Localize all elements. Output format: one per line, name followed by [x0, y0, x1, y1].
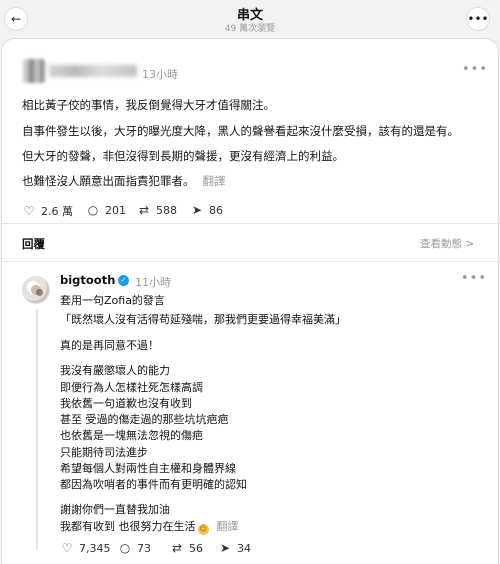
more-horizontal-icon: ••• [467, 12, 489, 26]
like-button[interactable]: ♡ 2.6 萬 [22, 203, 73, 219]
comment-button[interactable]: ○ 201 [86, 203, 126, 217]
thread-line [36, 309, 38, 549]
blurred-username [49, 65, 137, 77]
top-bar: ← 串文 49 萬次瀏覽 ••• [0, 0, 500, 38]
heart-icon: ♡ [61, 541, 73, 555]
reply-line: 希望每個人對兩性自主權和身體界線 [60, 462, 236, 475]
like-count: 7,345 [79, 541, 111, 555]
reply-line: 我依舊一句道歉也沒有收到 [60, 397, 192, 410]
comment-button[interactable]: ○ 73 [118, 541, 151, 555]
divider [2, 261, 500, 262]
reply-line: 甚至 受過的傷走過的那些坑坑疤疤 [60, 413, 229, 426]
send-icon: ➤ [219, 541, 231, 555]
reply-line: 都因為吹哨者的事件而有更明確的認知 [60, 478, 247, 491]
share-count: 34 [237, 541, 251, 555]
blurred-avatar [23, 59, 45, 83]
repost-icon: ⇄ [138, 203, 150, 217]
send-icon: ➤ [191, 203, 203, 217]
reply-line: 即便行為人怎樣社死怎樣高調 [60, 381, 203, 394]
view-count: 49 萬次瀏覽 [224, 24, 276, 34]
reply-line: 套用一句Zofia的發言 [60, 294, 165, 307]
translate-link[interactable]: 翻譯 [217, 520, 239, 533]
repost-count: 588 [156, 203, 177, 217]
reply-line-with-translate: 我都有收到 也很努力在生活 ☺ 翻譯 [60, 518, 239, 535]
repost-icon: ⇄ [171, 541, 183, 555]
post-time: 13小時 [142, 68, 178, 81]
reply-line: 也依舊是一塊無法忽視的傷疤 [60, 429, 203, 442]
verified-badge-icon: ✓ [118, 275, 129, 286]
comment-bubble-icon: ○ [87, 203, 99, 217]
more-options-button[interactable]: ••• [466, 7, 490, 31]
comment-count: 201 [105, 203, 126, 217]
reply-username[interactable]: bigtooth [60, 273, 115, 287]
reply-more-icon[interactable]: ••• [461, 271, 487, 286]
reply-line: 我沒有嚴懲壞人的能力 [60, 364, 170, 377]
reply-line: 只能期待司法進步 [60, 446, 148, 459]
repost-count: 56 [189, 541, 203, 555]
translate-link[interactable]: 翻譯 [203, 174, 226, 188]
avatar-detail [36, 289, 43, 296]
replies-heading: 回覆 [22, 237, 45, 251]
repost-button[interactable]: ⇄ 56 [170, 541, 203, 555]
reply-line: 謝謝你們一直替我加油 [60, 503, 170, 516]
share-button[interactable]: ➤ 34 [218, 541, 251, 555]
like-button[interactable]: ♡ 7,345 [60, 541, 111, 555]
reply-line: 我都有收到 也很努力在生活 [60, 520, 196, 533]
divider [2, 223, 500, 224]
post-line-with-translate: 也難怪沒人願意出面指責犯罪者。 翻譯 [22, 173, 226, 189]
post-more-icon[interactable]: ••• [462, 62, 488, 77]
thread-card: 13小時 ••• 相比黃子佼的事情，我反倒覺得大牙才值得關注。 自事件發生以後，… [1, 38, 500, 564]
smiling-face-emoji: ☺ [197, 524, 209, 535]
heart-icon: ♡ [23, 204, 35, 218]
post-line: 相比黃子佼的事情，我反倒覺得大牙才值得關注。 [22, 98, 275, 112]
reply-line: 「既然壞人沒有活得苟延殘喘，那我們更要過得幸福美滿」 [60, 313, 346, 326]
post-line: 但大牙的發聲，非但沒得到長期的聲援，更沒有經濟上的利益。 [22, 149, 344, 163]
post-line: 也難怪沒人願意出面指責犯罪者。 [22, 174, 195, 188]
view-activity-link[interactable]: 查看動態 > [420, 236, 474, 251]
comment-bubble-icon: ○ [119, 541, 131, 555]
share-button[interactable]: ➤ 86 [190, 203, 223, 217]
repost-button[interactable]: ⇄ 588 [137, 203, 177, 217]
reply-time: 11小時 [135, 276, 171, 289]
share-count: 86 [209, 203, 223, 217]
comment-count: 73 [137, 541, 151, 555]
like-count: 2.6 萬 [41, 205, 73, 218]
reply-line: 真的是再同意不過！ [60, 339, 159, 352]
post-line: 自事件發生以後，大牙的曝光度大降，黑人的聲譽看起來沒什麼受損，該有的還是有。 [22, 124, 459, 138]
